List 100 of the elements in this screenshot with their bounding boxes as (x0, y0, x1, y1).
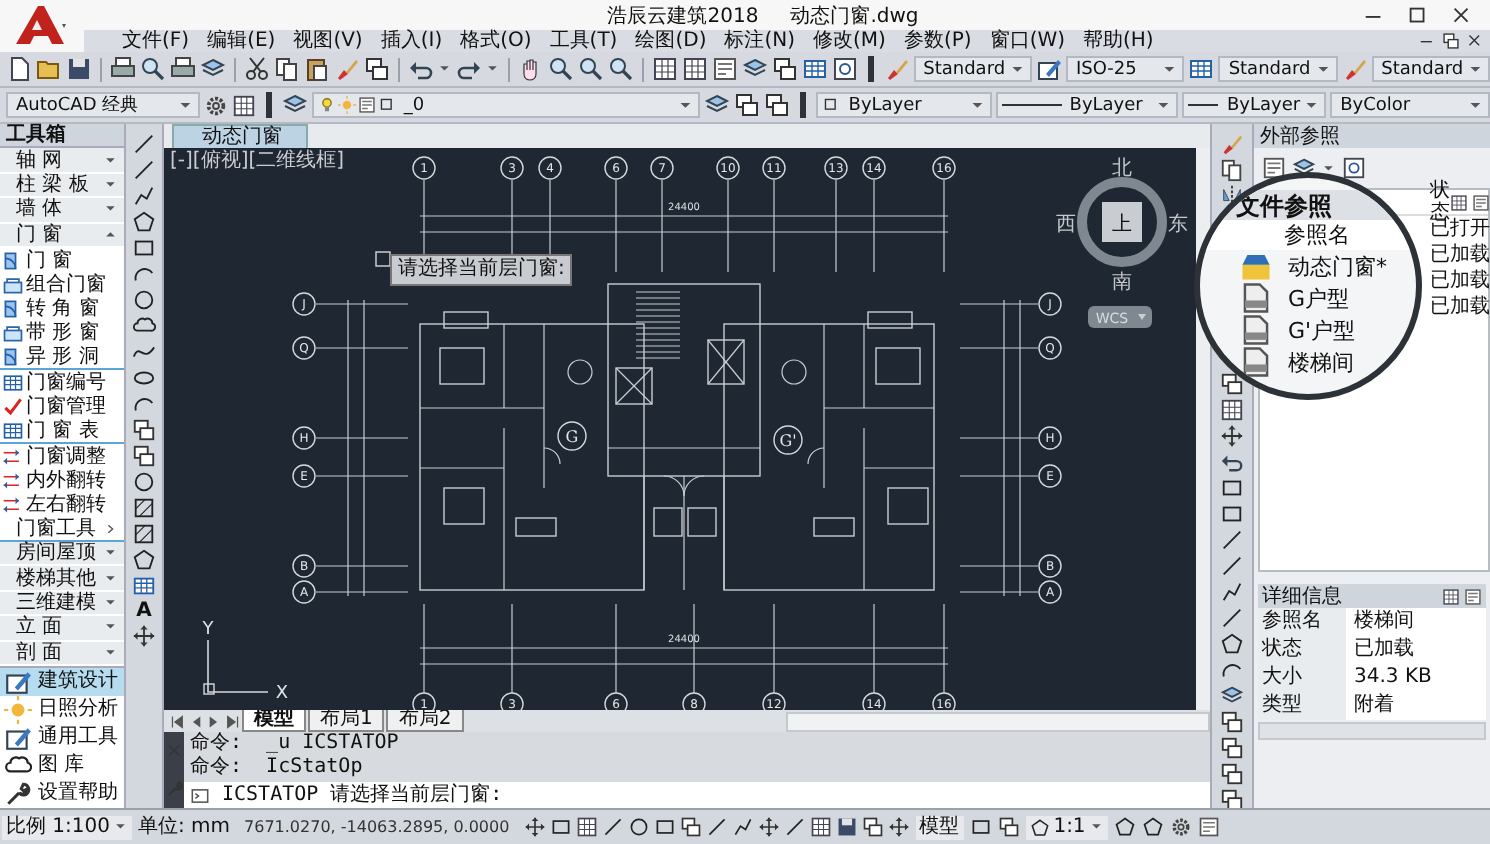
markup-icon[interactable] (771, 56, 798, 82)
layer-dropdown[interactable]: _0 (311, 92, 701, 118)
close-icon[interactable] (1450, 3, 1474, 27)
module-button[interactable]: 通用工具 (0, 724, 124, 753)
preview-icon[interactable] (1464, 587, 1482, 605)
linetype-dropdown[interactable]: ByLayer (995, 92, 1179, 118)
category-item[interactable]: 轴 网 (0, 148, 124, 174)
next-tab-icon[interactable] (206, 713, 222, 730)
erase-icon[interactable] (1220, 132, 1244, 156)
menu-item[interactable]: 插入(I) (370, 30, 451, 52)
reference-item[interactable]: 动态门窗* (1200, 250, 1416, 282)
model-space-button[interactable]: 模型 (915, 815, 964, 839)
layer-previous-icon[interactable] (734, 92, 761, 118)
chamfer-icon[interactable] (1220, 632, 1244, 656)
infer-icon[interactable] (523, 816, 546, 838)
rotate-icon[interactable] (1220, 450, 1244, 474)
multileader-style-icon[interactable] (1341, 56, 1368, 82)
object-color-dropdown[interactable]: ByLayer (816, 92, 992, 118)
quick-view-layouts-icon[interactable] (969, 816, 992, 838)
draw-order-icon[interactable] (1220, 710, 1244, 734)
design-center-icon[interactable] (681, 56, 708, 82)
line-icon[interactable] (132, 132, 156, 156)
category-item[interactable]: 剖 面 (0, 641, 124, 667)
menu-item[interactable]: 编辑(E) (197, 30, 284, 52)
close-icon[interactable] (1466, 32, 1484, 50)
print-preview-icon[interactable] (139, 56, 166, 82)
tool-palette-icon[interactable] (711, 56, 738, 82)
style-dropdown[interactable]: ISO-25 (1065, 56, 1185, 82)
open-folder-icon[interactable] (36, 56, 62, 82)
explode-icon[interactable] (1220, 684, 1244, 708)
bring-front-icon[interactable] (1220, 736, 1244, 760)
workspace-icon[interactable] (231, 93, 256, 117)
send-back-icon[interactable] (1220, 762, 1244, 786)
ellipse-arc-icon[interactable] (132, 392, 156, 416)
gradient-icon[interactable] (132, 522, 156, 546)
lineweight-dropdown[interactable]: ByLayer (1182, 92, 1327, 118)
hatch-icon[interactable] (132, 496, 156, 520)
zoom-previous-icon[interactable] (607, 56, 634, 82)
submenu-item[interactable]: 门窗工具 (0, 516, 124, 541)
zoom-icon[interactable] (547, 56, 574, 82)
text-tool-button[interactable]: A (136, 600, 152, 622)
properties-icon[interactable] (651, 56, 678, 82)
reference-item[interactable]: 楼梯间 (1200, 346, 1416, 378)
array-icon[interactable] (1220, 398, 1244, 422)
dropdown-arrow-icon[interactable] (485, 62, 500, 76)
3d-snap-icon[interactable] (679, 816, 702, 838)
add-selected-icon[interactable] (132, 624, 156, 648)
selection-cycling-icon[interactable] (861, 816, 884, 838)
view-cube[interactable]: 上 (1077, 177, 1167, 267)
make-current-icon[interactable] (704, 92, 731, 118)
layers-icon[interactable] (199, 56, 226, 82)
zoom-window-icon[interactable] (577, 56, 604, 82)
move-icon[interactable] (1220, 424, 1244, 448)
auto-scale-icon[interactable] (1141, 816, 1164, 838)
menu-item[interactable]: 绘图(D) (625, 30, 715, 52)
horizontal-scrollbar[interactable] (785, 711, 1210, 732)
extend-icon[interactable] (1220, 554, 1244, 578)
insert-block-icon[interactable] (132, 418, 156, 442)
tool-item[interactable]: 内外翻转 (0, 468, 124, 493)
style-dropdown[interactable]: Standard (913, 56, 1032, 82)
match-properties-icon[interactable] (333, 56, 360, 82)
ortho-icon[interactable] (601, 816, 624, 838)
menu-item[interactable]: 标注(N) (714, 30, 804, 52)
region-icon[interactable] (132, 548, 156, 572)
new-file-icon[interactable] (6, 56, 32, 82)
copy-icon[interactable] (1220, 158, 1244, 182)
dynamic-ucs-icon[interactable] (731, 816, 754, 838)
offset-icon[interactable] (1220, 372, 1244, 396)
scale-dropdown[interactable]: 比例 1:100 (2, 815, 132, 839)
category-item[interactable]: 楼梯其他 (0, 566, 124, 592)
table-icon[interactable] (132, 574, 156, 598)
menu-item[interactable]: 格式(O) (450, 30, 540, 52)
maximize-icon[interactable] (1406, 3, 1430, 27)
details-view-icon[interactable] (1442, 587, 1460, 605)
arc-icon[interactable] (132, 262, 156, 286)
tool-item[interactable]: 组合门窗 (0, 272, 124, 297)
tree-view-icon[interactable] (1472, 193, 1490, 211)
category-item[interactable]: 三维建模 (0, 591, 124, 617)
last-tab-icon[interactable] (224, 713, 240, 730)
dropdown-arrow-icon[interactable] (437, 62, 452, 76)
menu-item[interactable]: 修改(M) (803, 30, 894, 52)
publish-icon[interactable] (169, 56, 196, 82)
tool-item[interactable]: 转 角 窗 (0, 296, 124, 321)
revision-cloud-icon[interactable] (132, 314, 156, 338)
menu-item[interactable]: 窗口(W) (979, 30, 1074, 52)
viewport-label[interactable]: [-][俯视][二维线框] (170, 150, 345, 172)
grid-icon[interactable] (575, 816, 598, 838)
quick-properties-icon[interactable] (835, 816, 858, 838)
annotation-scale-dropdown[interactable]: 1:1 (1025, 815, 1108, 839)
menu-item[interactable]: 参数(P) (893, 30, 980, 52)
cut-icon[interactable] (243, 56, 270, 82)
tool-item[interactable]: 门 窗 (0, 248, 124, 273)
paste-icon[interactable] (303, 56, 330, 82)
block-icon[interactable] (363, 56, 390, 82)
layer-properties-icon[interactable] (281, 92, 308, 118)
workspace-switch-icon[interactable] (1169, 816, 1192, 838)
quick-view-drawings-icon[interactable] (997, 816, 1020, 838)
previous-tab-icon[interactable] (188, 713, 204, 730)
column-header[interactable]: 状态 (1430, 180, 1450, 224)
save-icon[interactable] (66, 56, 92, 82)
